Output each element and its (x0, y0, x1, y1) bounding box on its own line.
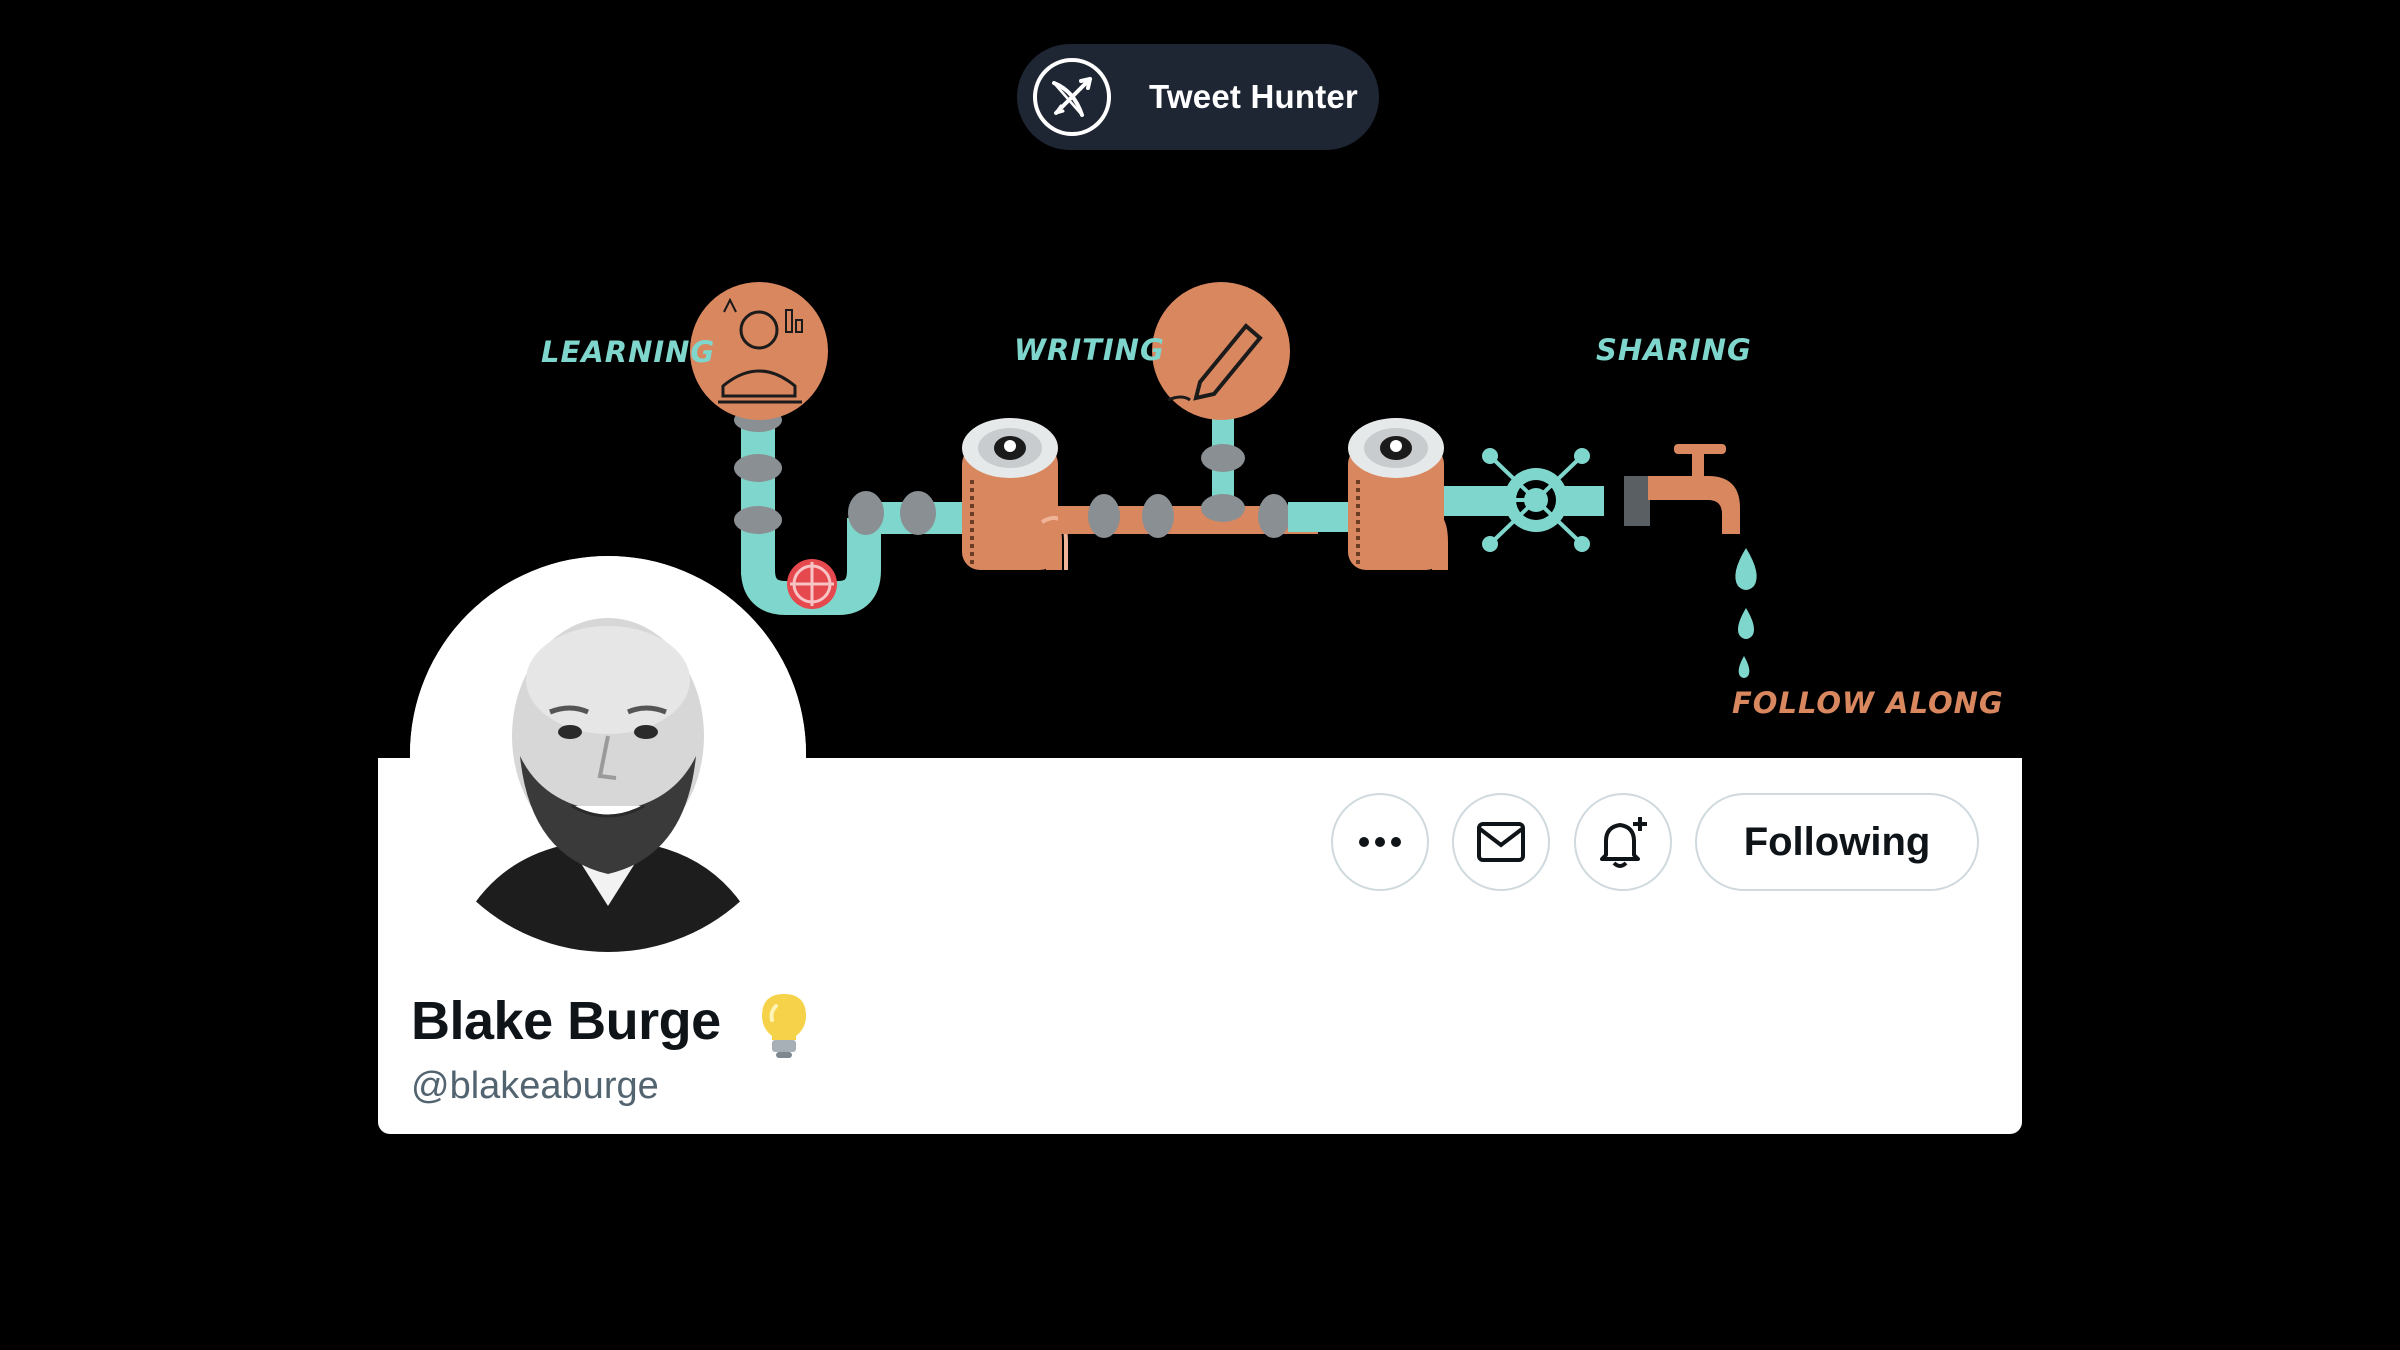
display-name: Blake Burge (411, 991, 721, 1051)
banner-label-sharing: SHARING (1596, 333, 1752, 367)
envelope-icon (1477, 822, 1525, 862)
banner-label-follow-along: FOLLOW ALONG (1732, 686, 2004, 720)
avatar-portrait (410, 556, 806, 952)
avatar[interactable] (410, 556, 806, 952)
bow-and-arrow-icon (1030, 55, 1114, 139)
lightbulb-icon (756, 990, 812, 1060)
more-options-icon (1359, 837, 1401, 847)
following-button[interactable]: Following (1695, 793, 1979, 891)
brand-pill[interactable]: Tweet Hunter (1017, 44, 1379, 150)
handle: @blakeaburge (411, 1065, 659, 1107)
brand-name: Tweet Hunter (1149, 78, 1358, 115)
banner-label-writing: WRITING (1014, 333, 1165, 367)
bell-plus-icon (1600, 817, 1647, 868)
banner-label-learning: LEARNING (541, 335, 716, 369)
more-options-button[interactable] (1331, 793, 1429, 891)
message-button[interactable] (1452, 793, 1550, 891)
notify-button[interactable] (1574, 793, 1672, 891)
